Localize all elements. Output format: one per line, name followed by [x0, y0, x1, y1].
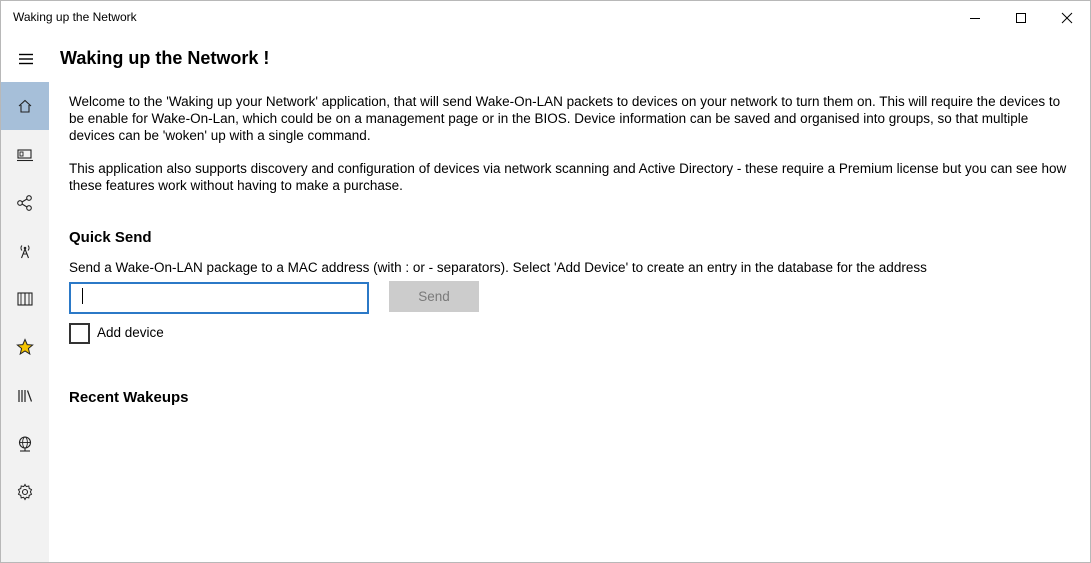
nav-item-groups[interactable]: [1, 179, 49, 227]
text-caret: [82, 288, 83, 304]
add-device-checkbox[interactable]: [69, 323, 90, 344]
hamburger-icon: [19, 53, 33, 65]
nav-item-wireless[interactable]: [1, 227, 49, 275]
title-bar: Waking up the Network: [1, 1, 1090, 34]
nav-item-settings[interactable]: [1, 468, 49, 516]
maximize-icon: [1016, 12, 1026, 23]
mac-address-input[interactable]: [69, 282, 369, 314]
close-button[interactable]: [1044, 1, 1090, 34]
close-icon: [1061, 12, 1073, 23]
nav-item-network[interactable]: [1, 420, 49, 468]
globe-network-icon: [18, 436, 32, 452]
nav-item-library[interactable]: [1, 372, 49, 420]
window-title: Waking up the Network: [13, 10, 137, 24]
page-title: Waking up the Network !: [60, 48, 270, 68]
network-groups-icon: [17, 195, 32, 211]
nav-item-devices[interactable]: [1, 131, 49, 179]
home-icon: [18, 99, 32, 113]
intro-paragraph-2: This application also supports discovery…: [69, 161, 1067, 193]
maximize-button[interactable]: [998, 1, 1044, 34]
quick-send-title: Quick Send: [69, 229, 152, 246]
star-icon: [16, 338, 34, 356]
device-icon: [17, 149, 33, 162]
nav-item-book[interactable]: [1, 275, 49, 323]
intro-paragraph-1: Welcome to the 'Waking up your Network' …: [69, 94, 1061, 143]
add-device-label[interactable]: Add device: [97, 325, 164, 340]
hamburger-menu-button[interactable]: [9, 43, 43, 75]
wireless-scan-icon: [20, 245, 30, 259]
library-icon: [18, 390, 33, 402]
book-icon: [17, 292, 33, 306]
nav-item-home[interactable]: [1, 82, 49, 130]
quick-send-description: Send a Wake-On-LAN package to a MAC addr…: [69, 260, 927, 275]
navigation-pane: [1, 82, 49, 562]
nav-item-favorites[interactable]: [1, 323, 49, 371]
minimize-button[interactable]: [952, 1, 998, 34]
minimize-icon: [970, 17, 980, 19]
settings-icon: [17, 483, 33, 501]
recent-wakeups-title: Recent Wakeups: [69, 389, 189, 406]
send-button[interactable]: Send: [389, 281, 479, 312]
